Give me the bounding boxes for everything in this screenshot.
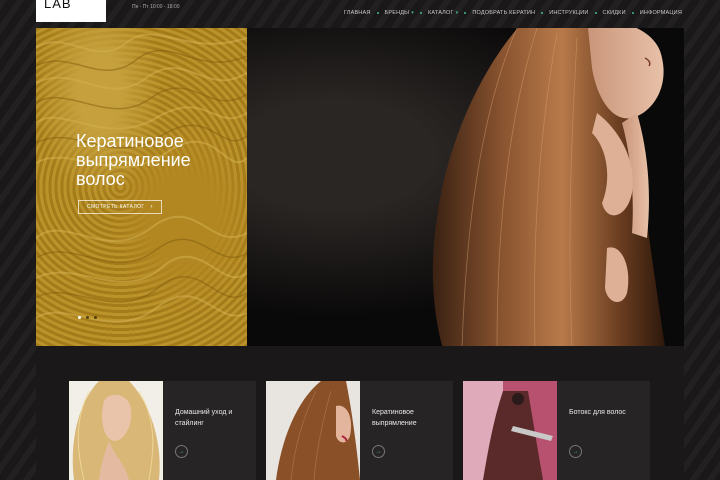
working-hours: Пн - Пт 10:00 - 18:00 [132,4,180,10]
category-label: Кератиновое выпрямление [372,409,417,427]
brunette-model-image [266,381,360,480]
hero-slider: Кератиновое выпрямление волос Смотреть к… [36,28,684,346]
nav-item-label: Главная [343,10,371,16]
nav-item-label: Информация [639,10,682,16]
hero-model-photo [247,28,684,346]
blonde-model-image [69,381,163,480]
nav-item-catalog[interactable]: Каталог ▾ [422,10,464,16]
slider-dots [78,316,97,319]
arrow-right-icon[interactable]: → [569,445,582,458]
slider-dot[interactable] [78,316,81,319]
nav-item-keratin-finder[interactable]: Подобрать кератин [466,10,541,16]
category-image [463,381,557,480]
logo-text: LAB [44,0,72,11]
nav-item-label: Инструкции [549,10,589,16]
slider-dot[interactable] [86,316,89,319]
category-image [69,381,163,480]
salon-image [463,381,557,480]
view-catalog-button[interactable]: Смотреть каталог › [78,200,162,214]
slider-dot[interactable] [94,316,97,319]
arrow-right-icon[interactable]: → [372,445,385,458]
arrow-right-icon: › [150,204,153,210]
category-image [266,381,360,480]
button-label: Смотреть каталог [87,204,145,210]
nav-item-label: Скидки [602,10,626,16]
nav-item-brands[interactable]: Бренды ▾ [379,10,420,16]
category-card-botox[interactable]: Ботокс для волос → [463,381,650,480]
chevron-down-icon: ▾ [455,10,459,16]
logo[interactable]: LAB [36,0,106,22]
nav-item-home[interactable]: Главная [338,10,377,16]
category-card-home-care[interactable]: Домашний уход и стайлинг → [69,381,256,480]
nav-item-label: Подобрать кератин [472,10,536,16]
nav-item-instructions[interactable]: Инструкции [543,10,594,16]
page: LAB Пн - Пт 10:00 - 18:00 Главная Бренды… [36,0,684,480]
main-nav: Главная Бренды ▾ Каталог ▾ Подобрать кер… [338,10,684,16]
category-card-keratin[interactable]: Кератиновое выпрямление → [266,381,453,480]
nav-item-info[interactable]: Информация [634,10,684,16]
model-illustration [432,28,666,346]
chevron-down-icon: ▾ [411,10,414,16]
nav-item-label: Бренды [384,10,410,16]
nav-item-discounts[interactable]: Скидки [597,10,632,16]
arrow-right-icon[interactable]: → [175,445,188,458]
category-label: Ботокс для волос [569,409,626,416]
category-cards: Домашний уход и стайлинг → Кератиновое в… [36,346,684,480]
hero-title: Кератиновое выпрямление волос [76,131,191,189]
nav-item-label: Каталог [427,10,454,16]
category-label: Домашний уход и стайлинг [175,409,233,427]
